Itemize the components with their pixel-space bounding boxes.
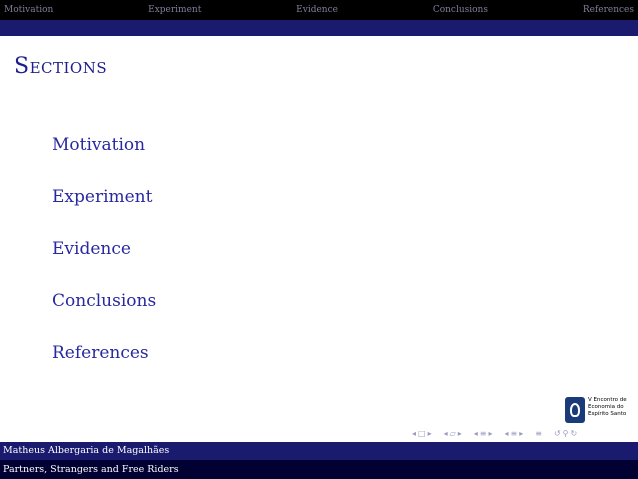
nav-document-icon[interactable]: ≡ [511,429,518,438]
logo-mark-icon [565,397,585,423]
nav-subsection-icon[interactable]: ▱ [450,429,456,438]
toc-item-experiment[interactable]: Experiment [52,184,156,236]
toc-item-motivation[interactable]: Motivation [52,132,156,184]
conference-logo: V Encontro de Economia do Espírito Santo [565,395,627,425]
toc-item-conclusions[interactable]: Conclusions [52,288,156,340]
nav-next-subsection-icon[interactable]: ▸ [489,429,493,438]
logo-text: V Encontro de Economia do Espírito Santo [588,397,628,418]
section-navigation-bar: Motivation Experiment Evidence Conclusio… [0,0,638,20]
nav-prev-frame-icon[interactable]: ◂ [444,429,448,438]
nav-search-icon[interactable]: ⚲ [563,429,569,438]
nav-prev-subsection-icon[interactable]: ◂ [474,429,478,438]
nav-frame-icon[interactable]: □ [418,429,426,438]
nav-section-conclusions[interactable]: Conclusions [433,5,488,15]
nav-prev-section-icon[interactable]: ◂ [505,429,509,438]
toc-item-evidence[interactable]: Evidence [52,236,156,288]
nav-back-icon[interactable]: ↺ [554,429,561,438]
nav-section-icon[interactable]: ≡ [480,429,487,438]
subsection-bar [0,20,638,36]
nav-next-icon[interactable]: ▸ [428,429,432,438]
logo-line-3: Espírito Santo [588,411,627,417]
footer-title: Partners, Strangers and Free Riders [0,460,638,479]
logo-line-2: Economia do [588,404,624,410]
logo-line-1: V Encontro de [588,397,627,403]
toc-item-references[interactable]: References [52,340,156,392]
nav-section-evidence[interactable]: Evidence [296,5,338,15]
nav-next-section-icon[interactable]: ▸ [519,429,523,438]
nav-section-references[interactable]: References [583,5,634,15]
nav-appendix-icon[interactable]: ≡ [535,429,542,438]
frame-title: Sections [14,54,108,79]
nav-next-frame-icon[interactable]: ▸ [458,429,462,438]
nav-forward-icon[interactable]: ↻ [571,429,578,438]
nav-prev-icon[interactable]: ◂ [412,429,416,438]
beamer-navigation-symbols: ◂ □ ▸ ◂ ▱ ▸ ◂ ≡ ▸ ◂ ≡ ▸ ≡ ↺ ⚲ ↻ [412,427,577,439]
nav-section-motivation[interactable]: Motivation [4,5,53,15]
nav-section-experiment[interactable]: Experiment [148,5,201,15]
footer-author: Matheus Albergaria de Magalhães [0,442,638,460]
table-of-contents: Motivation Experiment Evidence Conclusio… [52,132,156,392]
